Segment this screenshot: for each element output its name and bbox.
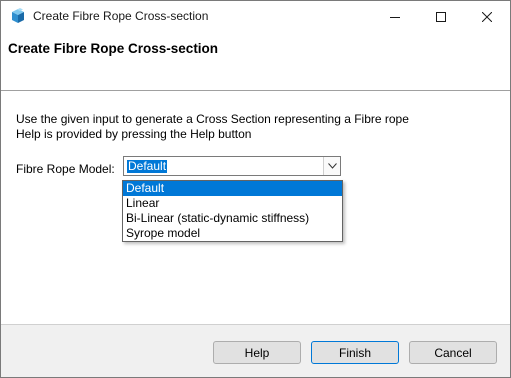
option-default[interactable]: Default — [123, 181, 342, 196]
page-title: Create Fibre Rope Cross-section — [8, 41, 219, 56]
fibre-rope-model-value: Default — [127, 159, 168, 173]
option-bi-linear[interactable]: Bi-Linear (static-dynamic stiffness) — [123, 211, 342, 226]
help-button[interactable]: Help — [213, 341, 301, 364]
cancel-button[interactable]: Cancel — [409, 341, 497, 364]
content-panel: Use the given input to generate a Cross … — [1, 91, 510, 324]
option-linear[interactable]: Linear — [123, 196, 342, 211]
minimize-icon — [390, 16, 400, 18]
fibre-rope-model-options: Default Linear Bi-Linear (static-dynamic… — [122, 180, 343, 242]
maximize-icon — [436, 11, 446, 22]
dropdown-toggle[interactable] — [323, 157, 340, 175]
fibre-rope-model-select[interactable]: Default — [123, 156, 341, 176]
window-title: Create Fibre Rope Cross-section — [33, 9, 209, 23]
option-syrope-model[interactable]: Syrope model — [123, 226, 342, 241]
chevron-down-icon — [327, 163, 337, 169]
app-cube-icon — [10, 8, 26, 24]
title-bar[interactable]: Create Fibre Rope Cross-section — [1, 1, 510, 32]
close-button[interactable] — [464, 1, 510, 32]
wizard-header: Create Fibre Rope Cross-section — [1, 32, 510, 90]
minimize-button[interactable] — [372, 1, 418, 32]
maximize-button[interactable] — [418, 1, 464, 32]
finish-button[interactable]: Finish — [311, 341, 399, 364]
button-bar: Help Finish Cancel — [1, 325, 510, 377]
description-line-1: Use the given input to generate a Cross … — [16, 112, 409, 126]
close-icon — [482, 11, 492, 22]
dialog-window: Create Fibre Rope Cross-section Create F… — [0, 0, 511, 378]
description-line-2: Help is provided by pressing the Help bu… — [16, 127, 252, 141]
fibre-rope-model-label: Fibre Rope Model: — [16, 162, 115, 176]
